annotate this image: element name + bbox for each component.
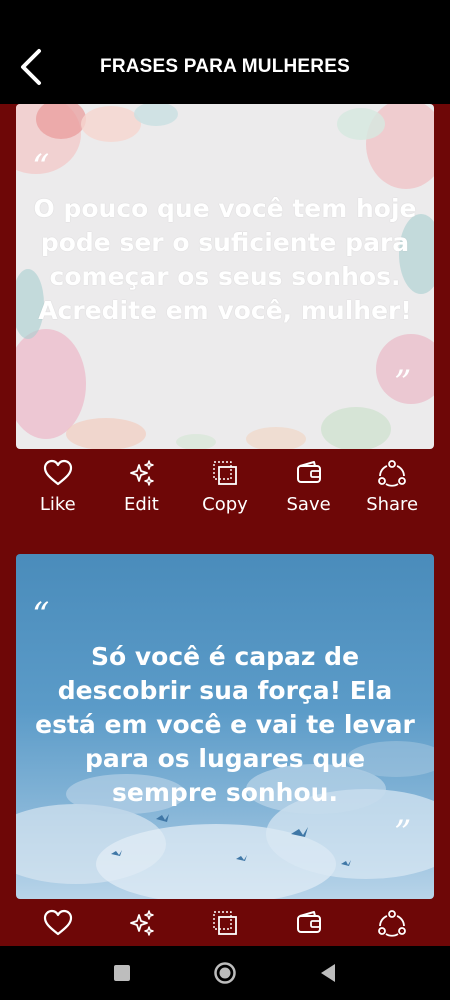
back-arrow-icon [21, 49, 41, 85]
home-button[interactable] [195, 946, 255, 1000]
share-label: Share [366, 494, 419, 515]
quote-text: O pouco que você tem hoje pode ser o suf… [33, 194, 417, 325]
save-label: Save [286, 494, 331, 515]
recents-button[interactable] [92, 946, 152, 1000]
open-quote-icon: “ [32, 595, 50, 635]
copy-icon [213, 461, 237, 485]
heart-icon [43, 909, 72, 936]
edit-button[interactable] [100, 899, 184, 946]
page-title: FRASES PARA MULHERES [100, 56, 350, 77]
edit-button[interactable]: Edit [100, 449, 184, 521]
quote-card[interactable]: “ Só você é capaz de descobrir sua força… [16, 554, 434, 899]
share-icon [378, 460, 407, 487]
save-button[interactable]: Save [267, 449, 351, 521]
like-button[interactable]: Like [16, 449, 100, 521]
open-quote-icon: “ [32, 147, 50, 187]
square-icon [114, 965, 130, 981]
sparkles-icon [130, 460, 155, 486]
close-quote-icon: ” [394, 363, 412, 403]
share-button[interactable]: Share [350, 449, 434, 521]
like-label: Like [39, 494, 76, 515]
heart-icon [43, 459, 72, 486]
edit-label: Edit [123, 494, 159, 515]
copy-icon [213, 911, 237, 935]
app-bar: FRASES PARA MULHERES [0, 30, 450, 104]
quote-text: Só você é capaz de descobrir sua força! … [35, 642, 415, 807]
share-button[interactable] [350, 899, 434, 946]
copy-button[interactable]: Copy [183, 449, 267, 521]
status-bar [0, 0, 450, 30]
sparkles-icon [130, 910, 155, 936]
triangle-back-icon [321, 964, 335, 982]
copy-label: Copy [202, 494, 248, 515]
wallet-icon [296, 911, 321, 933]
card-actions [16, 899, 434, 946]
system-nav-bar [0, 946, 450, 1000]
share-icon [378, 910, 407, 937]
close-quote-icon: ” [394, 813, 412, 853]
wallet-icon [296, 461, 321, 483]
circle-icon [214, 962, 236, 984]
card-actions: Like Edit Copy Save Share [16, 449, 434, 521]
copy-button[interactable] [183, 899, 267, 946]
save-button[interactable] [267, 899, 351, 946]
back-button[interactable] [0, 30, 62, 104]
back-nav-button[interactable] [298, 946, 358, 1000]
quote-card[interactable]: “ O pouco que você tem hoje pode ser o s… [16, 104, 434, 449]
quotes-list[interactable]: “ O pouco que você tem hoje pode ser o s… [0, 104, 450, 946]
like-button[interactable] [16, 899, 100, 946]
